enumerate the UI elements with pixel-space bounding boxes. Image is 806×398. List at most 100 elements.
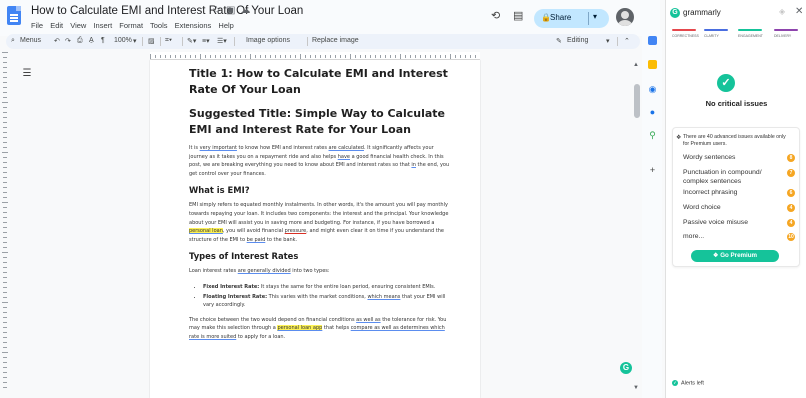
zoom-select[interactable]: 100% <box>114 37 132 44</box>
contacts-icon[interactable]: ● <box>648 108 657 117</box>
document-title[interactable]: How to Calculate EMI and Interest Rate O… <box>31 5 303 17</box>
spellcheck-icon[interactable]: A̱ <box>89 37 94 44</box>
issue-row[interactable]: more... 10 <box>683 232 795 241</box>
emi-paragraph[interactable]: EMI simply refers to equated monthly ins… <box>189 201 451 244</box>
paint-format-icon[interactable]: ¶ <box>101 37 105 44</box>
document-outline-icon[interactable]: ☰ <box>18 67 36 81</box>
side-panel-strip: ◉ ● ⚲ + <box>642 30 662 398</box>
category-clarity[interactable]: CLARITY <box>704 29 728 38</box>
share-button[interactable]: 🔒 Share ▾ <box>534 9 609 28</box>
category-correctness[interactable]: CORRECTNESS <box>672 29 699 38</box>
image-options-button[interactable]: Image options <box>246 37 290 44</box>
pin-icon[interactable]: ◈ <box>779 7 785 16</box>
menu-extensions[interactable]: Extensions <box>175 21 212 30</box>
search-menus-label[interactable]: Menus <box>20 37 41 44</box>
grammarly-floating-icon[interactable]: G <box>620 362 632 374</box>
issue-row[interactable]: Word choice 4 <box>683 203 795 212</box>
undo-icon[interactable]: ↶ <box>54 37 60 45</box>
category-engagement[interactable]: ENGAGEMENT <box>738 29 763 38</box>
move-folder-icon[interactable]: ▣ <box>226 5 240 16</box>
tasks-icon[interactable]: ◉ <box>648 85 657 94</box>
category-delivery[interactable]: DELIVERY <box>774 29 798 38</box>
menu-tools[interactable]: Tools <box>150 21 168 30</box>
category-bar <box>774 29 798 31</box>
ruler-tick <box>470 55 471 58</box>
maps-icon[interactable]: ⚲ <box>648 131 657 140</box>
ruler-tick <box>3 282 7 283</box>
ruler-tick <box>175 55 176 58</box>
app-window: How to Calculate EMI and Interest Rate O… <box>0 0 806 398</box>
redo-icon[interactable]: ↷ <box>65 37 71 45</box>
scroll-up-icon[interactable]: ▲ <box>633 62 639 68</box>
scroll-thumb[interactable] <box>634 84 640 118</box>
border-dash-icon[interactable]: ☰▾ <box>217 37 227 45</box>
history-icon[interactable]: ⟲ <box>491 9 500 22</box>
ruler-tick <box>3 307 7 308</box>
title-1[interactable]: Title 1: How to Calculate EMI and Intere… <box>189 66 451 98</box>
comments-icon[interactable]: ▤ <box>513 9 523 22</box>
close-icon[interactable]: ✕ <box>795 6 803 17</box>
document-body[interactable]: Title 1: How to Calculate EMI and Intere… <box>189 66 451 349</box>
border-color-icon[interactable]: ✎▾ <box>187 37 196 45</box>
types-paragraph[interactable]: Loan interest rates are generally divide… <box>189 267 451 276</box>
border-weight-icon[interactable]: ≡▾ <box>202 37 210 45</box>
issue-row[interactable]: Wordy sentences 8 <box>683 153 795 162</box>
alerts-left-status[interactable]: ✓ Alerts left <box>672 380 704 386</box>
ruler-tick <box>200 54 201 59</box>
docs-logo-icon[interactable] <box>7 6 21 25</box>
issue-row[interactable]: Punctuation in compound/ complex sentenc… <box>683 168 795 186</box>
ruler-tick <box>465 55 466 58</box>
insert-image-icon[interactable]: ▨ <box>148 37 155 45</box>
interest-rate-list[interactable]: Fixed Interest Rate: It stays the same f… <box>203 283 451 310</box>
chevron-down-icon[interactable]: ▾ <box>606 37 610 45</box>
share-dropdown-icon[interactable]: ▾ <box>593 12 597 21</box>
go-premium-button[interactable]: ❖ Go Premium <box>691 250 779 262</box>
heading-types-of-interest-rates[interactable]: Types of Interest Rates <box>189 251 451 261</box>
ruler-tick <box>3 67 7 68</box>
scroll-down-icon[interactable]: ▼ <box>633 385 639 391</box>
cloud-status-icon[interactable]: ☁ <box>240 5 255 16</box>
chevron-down-icon[interactable]: ▾ <box>133 37 137 45</box>
ruler-tick <box>2 202 8 203</box>
list-item[interactable]: Fixed Interest Rate: It stays the same f… <box>203 283 451 292</box>
editing-mode-select[interactable]: Editing <box>567 37 588 44</box>
vertical-ruler[interactable] <box>2 52 10 392</box>
print-icon[interactable]: ⎙ <box>77 37 83 45</box>
replace-image-button[interactable]: Replace image <box>312 37 359 44</box>
calendar-icon[interactable] <box>648 36 657 45</box>
menu-file[interactable]: File <box>31 21 43 30</box>
ruler-tick <box>445 55 446 58</box>
choice-paragraph[interactable]: The choice between the two would depend … <box>189 316 451 342</box>
document-page[interactable]: Title 1: How to Calculate EMI and Intere… <box>150 60 480 398</box>
menu-insert[interactable]: Insert <box>93 21 112 30</box>
add-on-plus-icon[interactable]: + <box>648 166 657 175</box>
ruler-tick <box>3 132 7 133</box>
issue-row[interactable]: Incorrect phrasing 6 <box>683 188 795 197</box>
issue-count-badge: 6 <box>787 189 795 197</box>
ruler-tick <box>3 167 7 168</box>
intro-paragraph[interactable]: It is very important to know how EMI and… <box>189 144 451 178</box>
avatar[interactable] <box>616 8 634 26</box>
menu-help[interactable]: Help <box>218 21 233 30</box>
ruler-tick <box>280 55 281 58</box>
menu-view[interactable]: View <box>70 21 86 30</box>
suggested-title[interactable]: Suggested Title: Simple Way to Calculate… <box>189 106 451 138</box>
list-item[interactable]: Floating Interest Rate: This varies with… <box>203 293 451 310</box>
premium-issues-card: ❖ There are 40 advanced issues available… <box>672 127 800 267</box>
heading-what-is-emi[interactable]: What is EMI? <box>189 185 451 195</box>
ruler-tick <box>3 347 7 348</box>
ruler-tick <box>3 197 7 198</box>
search-menus-icon[interactable]: ⌕ <box>11 37 15 45</box>
ruler-tick <box>3 87 7 88</box>
hide-menus-icon[interactable]: ⌃ <box>624 37 630 45</box>
star-icon[interactable]: ☆ <box>212 5 226 16</box>
menu-edit[interactable]: Edit <box>50 21 63 30</box>
menu-format[interactable]: Format <box>119 21 143 30</box>
image-crop-icon[interactable]: ⌗▾ <box>165 37 172 45</box>
horizontal-ruler[interactable] <box>150 52 480 60</box>
issue-row[interactable]: Passive voice misuse 4 <box>683 218 795 227</box>
title-bar: How to Calculate EMI and Interest Rate O… <box>0 0 660 36</box>
keep-icon[interactable] <box>648 60 657 69</box>
document-scrollbar[interactable]: ▲ ▼ <box>632 60 642 394</box>
toolbar: ⌕ Menus ↶ ↷ ⎙ A̱ ¶ 100% ▾ ▨ ⌗▾ ✎▾ ≡▾ ☰▾ … <box>6 34 640 49</box>
